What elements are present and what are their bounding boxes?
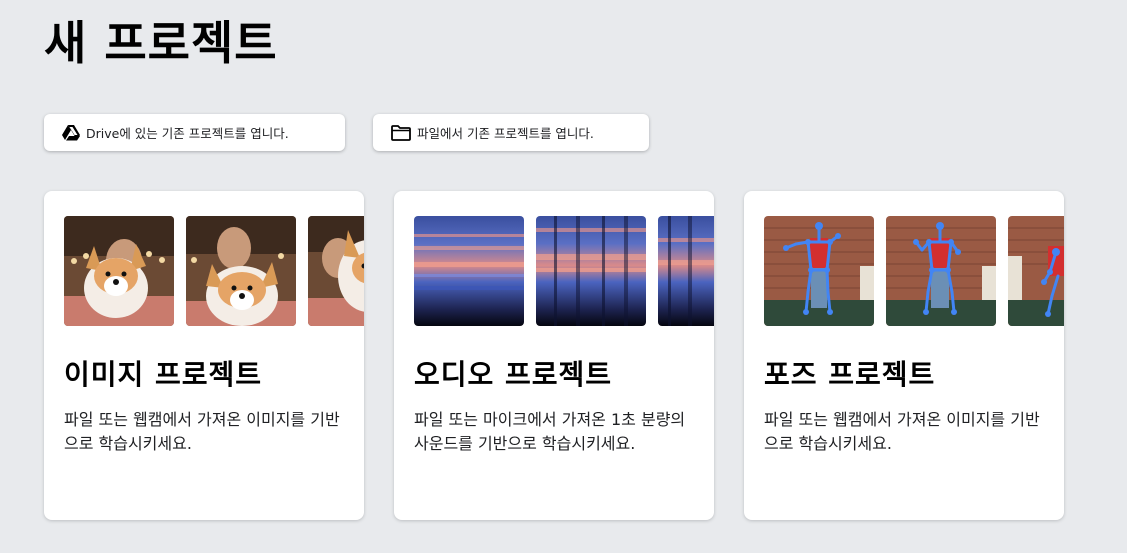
pose-project-card[interactable]: 포즈 프로젝트 파일 또는 웹캠에서 가져온 이미지를 기반으로 학습시키세요. xyxy=(744,191,1064,520)
open-from-file-label: 파일에서 기존 프로젝트를 엽니다. xyxy=(417,126,594,141)
pose-thumbnail xyxy=(886,216,996,326)
open-from-drive-button[interactable]: Drive에 있는 기존 프로젝트를 엽니다. xyxy=(44,114,345,151)
card-description: 파일 또는 웹캠에서 가져온 이미지를 기반으로 학습시키세요. xyxy=(764,410,1040,453)
image-thumbnail xyxy=(186,216,296,326)
card-title: 이미지 프로젝트 xyxy=(64,358,263,391)
audio-project-card[interactable]: 오디오 프로젝트 파일 또는 마이크에서 가져온 1초 분량의 사운드를 기반으… xyxy=(394,191,714,520)
card-description: 파일 또는 웹캠에서 가져온 이미지를 기반으로 학습시키세요. xyxy=(64,410,340,453)
image-project-card[interactable]: 이미지 프로젝트 파일 또는 웹캠에서 가져온 이미지를 기반으로 학습시키세요… xyxy=(44,191,364,520)
spectrogram-thumbnail xyxy=(414,216,524,326)
spectrogram-thumbnail xyxy=(536,216,646,326)
image-project-thumbnails xyxy=(64,216,364,326)
google-drive-icon xyxy=(62,124,80,140)
pose-thumbnail xyxy=(764,216,874,326)
card-title: 오디오 프로젝트 xyxy=(414,358,613,391)
card-title: 포즈 프로젝트 xyxy=(764,358,936,391)
page-title: 새 프로젝트 xyxy=(44,16,278,70)
pose-project-thumbnails xyxy=(764,216,1064,326)
image-thumbnail xyxy=(308,216,364,326)
open-from-file-button[interactable]: 파일에서 기존 프로젝트를 엽니다. xyxy=(373,114,649,151)
image-thumbnail xyxy=(64,216,174,326)
pose-thumbnail xyxy=(1008,216,1064,326)
open-from-drive-label: Drive에 있는 기존 프로젝트를 엽니다. xyxy=(86,126,289,141)
folder-icon xyxy=(391,124,411,141)
audio-project-thumbnails xyxy=(414,216,714,326)
spectrogram-thumbnail xyxy=(658,216,714,326)
card-description: 파일 또는 마이크에서 가져온 1초 분량의 사운드를 기반으로 학습시키세요. xyxy=(414,410,686,453)
